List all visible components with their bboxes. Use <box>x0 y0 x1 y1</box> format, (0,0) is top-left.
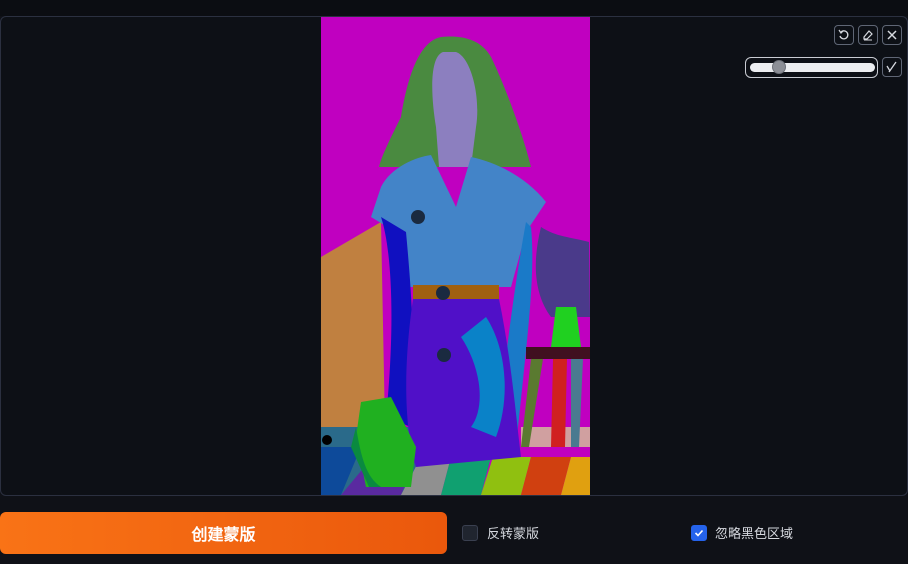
segmentation-mask-image[interactable] <box>321 17 590 495</box>
check-icon <box>694 529 704 537</box>
invert-mask-checkbox[interactable] <box>462 525 478 541</box>
reset-icon <box>838 29 849 40</box>
create-mask-button[interactable]: 创建蒙版 <box>0 512 447 554</box>
close-button[interactable] <box>882 25 902 45</box>
brush-icon <box>886 61 897 73</box>
close-icon <box>887 30 897 40</box>
top-bar <box>0 0 908 16</box>
brush-button[interactable] <box>882 57 902 77</box>
eraser-icon <box>863 30 873 41</box>
invert-mask-label: 反转蒙版 <box>487 527 540 542</box>
ignore-black-checkbox[interactable] <box>691 525 707 541</box>
slider-track <box>750 63 875 72</box>
eraser-button[interactable] <box>858 25 878 45</box>
brush-size-slider[interactable] <box>745 57 878 78</box>
reset-button[interactable] <box>834 25 854 45</box>
ignore-black-label: 忽略黑色区域 <box>715 527 794 542</box>
